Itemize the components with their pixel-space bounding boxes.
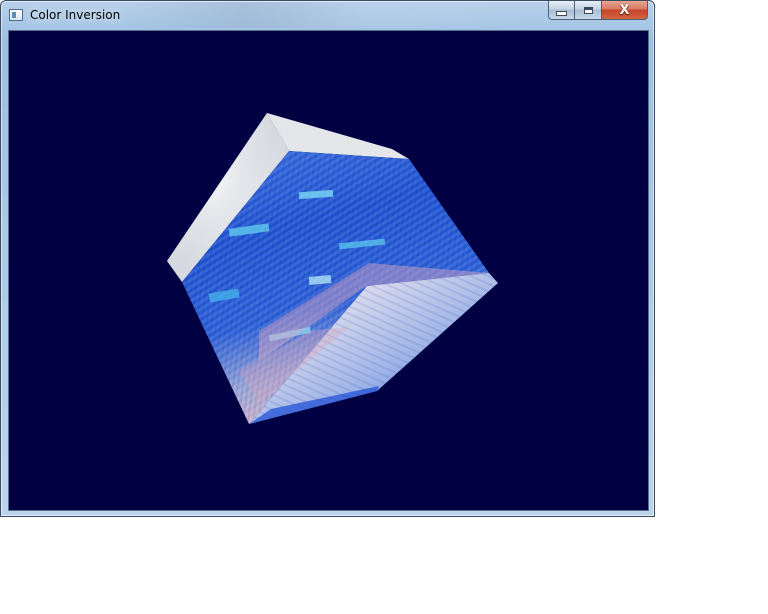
close-button[interactable]: X — [602, 1, 648, 20]
maximize-button[interactable] — [575, 1, 602, 20]
close-icon: X — [619, 2, 630, 18]
title-bar-glass — [121, 2, 541, 28]
maximize-icon — [583, 6, 593, 14]
cube-scene — [167, 113, 498, 424]
caption-buttons: X — [548, 1, 648, 21]
minimize-icon — [556, 10, 567, 16]
minimize-button[interactable] — [548, 1, 575, 20]
cube — [167, 113, 498, 424]
app-window: Color Inversion X — [0, 0, 655, 517]
render-viewport[interactable] — [8, 30, 649, 511]
app-window-icon[interactable] — [9, 9, 23, 21]
title-bar[interactable]: Color Inversion X — [1, 1, 654, 30]
window-title: Color Inversion — [30, 8, 121, 22]
